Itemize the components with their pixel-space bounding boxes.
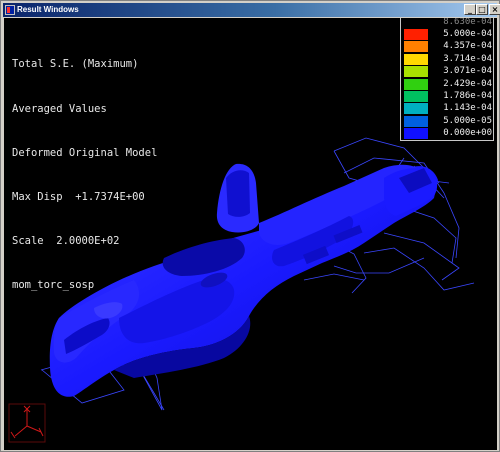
close-button[interactable]: × [489, 4, 500, 15]
legend-color-swatch [404, 103, 428, 115]
legend-level-label: 0.000e+00 [443, 128, 492, 139]
legend-color-swatch [404, 91, 428, 102]
legend-level-label: 3.071e-04 [443, 66, 492, 77]
legend-level-label: 4.357e-04 [443, 41, 492, 52]
legend-max-label: 8.630e-04 [443, 18, 492, 27]
title-bar[interactable]: Result Windows _ □ × [3, 3, 500, 17]
legend-color-swatch [404, 29, 428, 40]
legend-level-label: 5.000e-05 [443, 115, 492, 126]
legend-level-label: 3.714e-04 [443, 53, 492, 64]
legend-level-label: 2.429e-04 [443, 78, 492, 89]
app-icon [5, 5, 15, 15]
result-title: Total S.E. (Maximum) [12, 58, 139, 71]
scale-label: Scale 2.0000E+02 [12, 234, 120, 247]
deformation-label: Deformed Original Model [12, 146, 158, 159]
color-legend[interactable]: 8.630e-04 5.000e-04 4.357e-04 3.714e-04 3.0… [400, 18, 494, 141]
legend-color-swatch [404, 53, 428, 65]
maximize-button[interactable]: □ [476, 4, 488, 15]
result-viewport[interactable]: Total S.E. (Maximum) Averaged Values Def… [4, 18, 497, 450]
max-disp-label: Max Disp +1.7374E+00 [12, 190, 145, 203]
window-title: Result Windows [17, 5, 79, 14]
legend-color-swatch [404, 78, 428, 90]
legend-level-label: 5.000e-04 [443, 29, 492, 39]
legend-color-swatch [404, 128, 428, 140]
coordinate-triad-icon [8, 403, 46, 443]
legend-color-swatch [404, 41, 428, 53]
result-info-panel: Total S.E. (Maximum) Averaged Values Def… [12, 28, 157, 322]
legend-color-swatch [404, 66, 428, 78]
averaging-label: Averaged Values [12, 102, 107, 115]
legend-level-label: 1.143e-04 [443, 103, 492, 114]
legend-color-swatch [404, 115, 428, 127]
load-case-label: mom_torc_sosp [12, 278, 95, 291]
result-window: Result Windows _ □ × Total S.E. (Maximum… [0, 0, 500, 452]
legend-level-label: 1.786e-04 [443, 91, 492, 101]
minimize-button[interactable]: _ [464, 4, 476, 15]
